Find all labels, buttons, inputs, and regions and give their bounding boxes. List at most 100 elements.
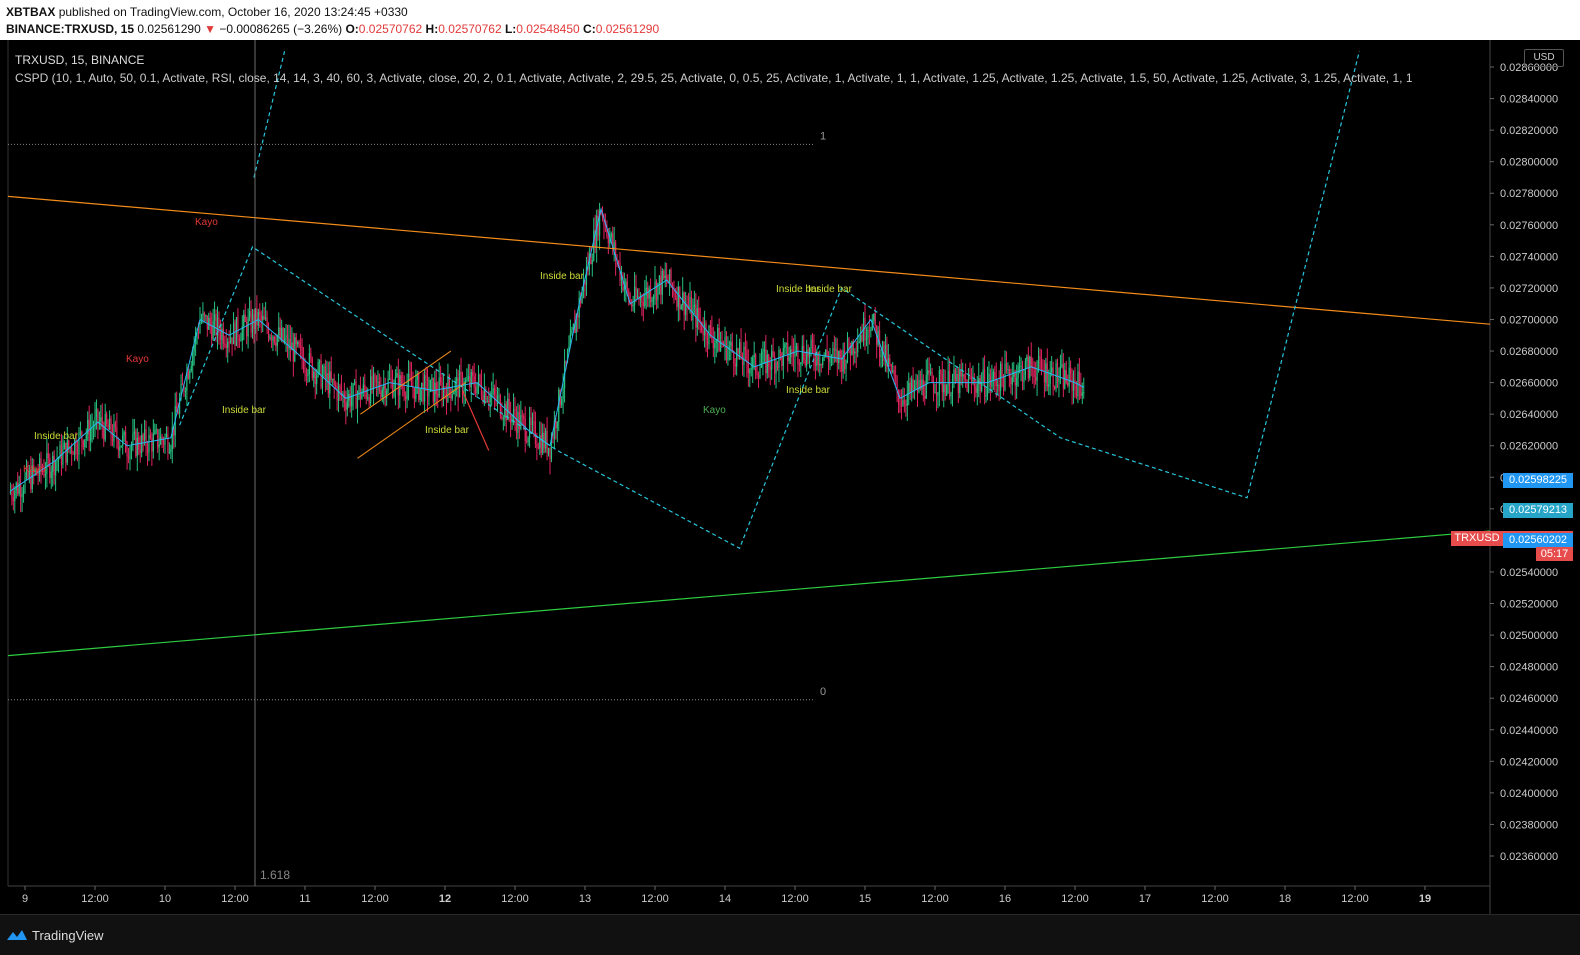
price-tick-label: 0.02480000: [1500, 662, 1558, 674]
candle-body: [349, 393, 351, 407]
pattern-label: Inside bar: [808, 284, 853, 295]
candle-body: [1011, 376, 1013, 385]
candle-body: [165, 434, 168, 437]
price-change: −0.00086265 (−3.26%): [219, 22, 343, 36]
candle-body: [959, 369, 961, 393]
candle-body: [148, 434, 150, 453]
candle-body: [552, 438, 554, 440]
candle-body: [741, 359, 744, 365]
support-trendline[interactable]: [7, 530, 1491, 657]
candle-body: [222, 328, 224, 344]
candle-body: [531, 421, 534, 425]
candle-body: [21, 493, 23, 497]
legend-indicator[interactable]: CSPD (10, 1, Auto, 50, 0.1, Activate, RS…: [15, 71, 1500, 85]
candle-body: [476, 383, 478, 394]
candle-body: [340, 387, 343, 395]
candle-body: [1014, 371, 1016, 386]
candle-body: [515, 418, 518, 433]
candle-body: [267, 327, 270, 339]
candle-body: [610, 233, 612, 238]
candle-body: [893, 370, 895, 377]
tradingview-logo-icon[interactable]: [6, 928, 28, 942]
price-tick-label: 0.02720000: [1500, 283, 1558, 295]
candle-body: [976, 384, 978, 393]
candle-body: [56, 460, 58, 462]
candle-body: [655, 281, 658, 301]
time-tick-label: 12:00: [221, 893, 249, 905]
candle-body: [133, 431, 135, 434]
candle-body: [912, 379, 914, 391]
candle-body: [1048, 384, 1050, 387]
candle-body: [1078, 371, 1080, 385]
candle-body: [371, 376, 373, 390]
candle-body: [313, 371, 315, 378]
candle-body: [142, 434, 144, 441]
candle-body: [826, 350, 828, 357]
candle-body: [530, 417, 532, 425]
candle-body: [829, 356, 831, 363]
candle-body: [278, 327, 280, 336]
candle-body: [658, 275, 660, 284]
candle-body: [286, 335, 289, 349]
candle-body: [1035, 377, 1037, 381]
candle-body: [962, 374, 964, 377]
candle-body: [85, 434, 87, 440]
symbol-tag: TRXUSD: [1451, 531, 1503, 547]
candle-body: [778, 349, 780, 368]
legend-symbol[interactable]: TRXUSD, 15, BINANCE: [15, 53, 144, 67]
candle-body: [521, 415, 523, 417]
candle-body: [1007, 369, 1009, 371]
candle-body: [747, 362, 749, 374]
candle-body: [413, 387, 415, 400]
candle-body: [762, 351, 764, 364]
resistance-trendline[interactable]: [7, 195, 1491, 325]
candle-body: [314, 371, 316, 385]
candle-body: [709, 325, 712, 328]
time-tick-label: 9: [22, 893, 28, 905]
candle-body: [225, 344, 227, 348]
candle-body: [1008, 369, 1010, 378]
candle-body: [295, 337, 297, 345]
candle-body: [486, 400, 488, 402]
candle-body: [737, 348, 739, 354]
candle-body: [285, 335, 287, 339]
candle-body: [954, 369, 957, 382]
candle-body: [880, 355, 882, 358]
candle-body: [1021, 365, 1024, 383]
candle-body: [1051, 367, 1053, 373]
candle-body: [683, 292, 685, 316]
candle-body: [151, 438, 153, 452]
candle-body: [1083, 392, 1085, 394]
candle-body: [833, 348, 835, 351]
candle-body: [680, 305, 682, 310]
currency-button[interactable]: USD: [1524, 49, 1564, 67]
candle-body: [838, 350, 840, 364]
price-tick-label: 0.02680000: [1500, 346, 1558, 358]
candle-body: [49, 458, 51, 478]
publisher-name[interactable]: XBTBAX: [6, 5, 55, 19]
candle-body: [1058, 377, 1060, 383]
candle-body: [768, 354, 770, 367]
candle-body: [316, 375, 318, 385]
candle-body: [84, 439, 86, 448]
candle-body: [364, 384, 366, 391]
candle-body: [820, 363, 822, 366]
candle-body: [861, 335, 863, 341]
candle-body: [127, 456, 130, 459]
candle-body: [381, 389, 383, 398]
published-text: published on TradingView.com, October 16…: [58, 5, 408, 19]
candle-body: [55, 461, 57, 476]
price-chart[interactable]: 0.028600000.028400000.028200000.02800000…: [0, 40, 1580, 914]
candle-body: [851, 341, 853, 356]
candle-body: [664, 275, 666, 278]
candle-body: [422, 382, 424, 402]
zigzag-projection[interactable]: [179, 51, 1360, 550]
time-tick-label: 12:00: [921, 893, 949, 905]
candle-body: [982, 369, 984, 383]
footer-brand[interactable]: TradingView: [32, 928, 104, 943]
candle-body: [756, 373, 758, 376]
candle-body: [1043, 371, 1045, 383]
candle-body: [930, 371, 932, 373]
candle-body: [1070, 367, 1072, 374]
publisher-row: XBTBAX published on TradingView.com, Oct…: [6, 5, 408, 19]
